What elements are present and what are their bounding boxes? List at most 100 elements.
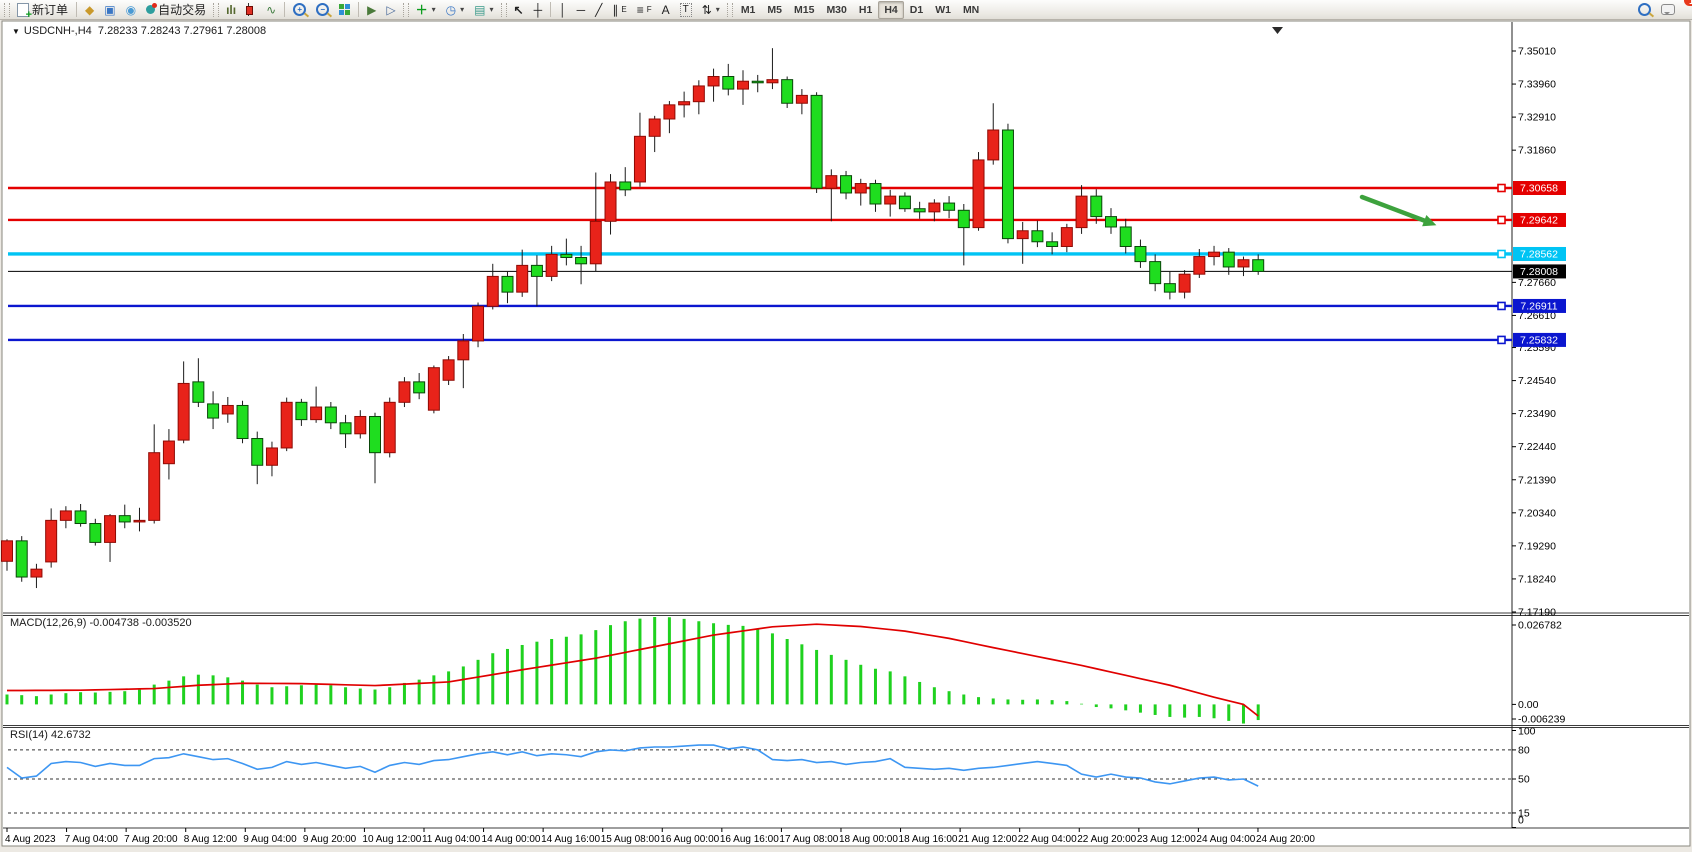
trend-arrow-annotation[interactable]	[1362, 197, 1436, 226]
cursor-icon: ↖	[514, 4, 524, 16]
channel-icon: ∥	[612, 4, 618, 16]
svg-text:14 Aug 00:00: 14 Aug 00:00	[482, 834, 541, 845]
symbol-period-label: USDCNH-,H4	[24, 25, 92, 37]
svg-text:22 Aug 20:00: 22 Aug 20:00	[1077, 834, 1136, 845]
trendline-button[interactable]: ╱	[590, 0, 607, 20]
svg-text:7.18240: 7.18240	[1518, 573, 1556, 585]
time-axis: 4 Aug 20237 Aug 04:007 Aug 20:008 Aug 12…	[5, 828, 1315, 845]
add-indicator-button[interactable]: ＋▾	[411, 0, 441, 20]
timeframe-h1[interactable]: H1	[853, 1, 878, 19]
toolbar-grip[interactable]	[727, 3, 733, 17]
candlestick-chart-button[interactable]	[241, 0, 261, 20]
svg-text:7.35010: 7.35010	[1518, 46, 1556, 58]
toolbar-grip[interactable]	[403, 3, 409, 17]
fibonacci-letter: F	[647, 5, 652, 14]
svg-text:22 Aug 04:00: 22 Aug 04:00	[1018, 834, 1077, 845]
search-button[interactable]	[1633, 0, 1656, 20]
notification-badge: 1	[1684, 0, 1692, 6]
market-watch-icon: ◆	[85, 4, 94, 16]
zoom-in-button[interactable]: +	[288, 0, 311, 20]
auto-scroll-button[interactable]: ▶	[362, 0, 381, 20]
chart-shift-button[interactable]: ▷	[381, 0, 400, 20]
timeframe-m15[interactable]: M15	[788, 1, 820, 19]
terminal-button[interactable]: ▣	[99, 0, 120, 20]
vertical-line-button[interactable]: │	[554, 0, 572, 20]
new-order-button[interactable]: 新订单	[12, 0, 73, 20]
toolbar-grip[interactable]	[213, 3, 219, 17]
crosshair-button[interactable]: ┼	[529, 0, 548, 20]
rsi-indicator-label: RSI(14) 42.6732	[10, 729, 91, 741]
macd-indicator-label: MACD(12,26,9) -0.004738 -0.003520	[10, 617, 192, 629]
toolbar-grip[interactable]	[501, 3, 507, 17]
svg-text:15 Aug 08:00: 15 Aug 08:00	[601, 834, 660, 845]
price-chart-canvas[interactable]: 7.350107.339607.329107.318607.276607.266…	[0, 0, 1692, 852]
horizontal-line-button[interactable]: ─	[572, 0, 591, 20]
symbol-dropdown-icon[interactable]: ▼	[12, 27, 20, 36]
timeframe-mn[interactable]: MN	[957, 1, 985, 19]
svg-text:8 Aug 12:00: 8 Aug 12:00	[184, 834, 238, 845]
text-label-button[interactable]: T	[675, 0, 697, 20]
svg-text:18 Aug 00:00: 18 Aug 00:00	[839, 834, 898, 845]
channel-button[interactable]: ∥E	[607, 0, 631, 20]
periods-button[interactable]: ◷▾	[441, 0, 470, 20]
signals-button[interactable]: ◉	[121, 0, 141, 20]
timeframe-m30[interactable]: M30	[820, 1, 852, 19]
ohlc-values: 7.28233 7.28243 7.27961 7.28008	[98, 25, 266, 37]
timeframe-h4[interactable]: H4	[878, 1, 903, 19]
timeframe-w1[interactable]: W1	[929, 1, 957, 19]
svg-text:7.27660: 7.27660	[1518, 277, 1556, 289]
svg-text:7.28562: 7.28562	[1520, 248, 1558, 260]
toolbar: 新订单 ◆ ▣ ◉ 自动交易 ılı ∿ + − ▶ ▷ ＋▾ ◷▾ ▤▾ ↖ …	[0, 0, 1692, 20]
market-watch-button[interactable]: ◆	[80, 0, 99, 20]
search-icon	[1638, 3, 1651, 16]
svg-text:0.026782: 0.026782	[1518, 620, 1562, 632]
svg-text:9 Aug 20:00: 9 Aug 20:00	[303, 834, 357, 845]
tile-windows-button[interactable]	[334, 0, 355, 20]
fibonacci-icon: ≡	[637, 4, 644, 16]
rsi-panel[interactable]: 1008050150	[7, 726, 1536, 828]
svg-text:7.23490: 7.23490	[1518, 408, 1556, 420]
price-levels[interactable]	[8, 185, 1512, 344]
text-tool-icon: A	[662, 4, 670, 16]
templates-button[interactable]: ▤▾	[469, 0, 498, 20]
svg-text:80: 80	[1518, 744, 1530, 756]
bar-chart-button[interactable]: ılı	[221, 0, 241, 20]
macd-panel[interactable]: 0.0267820.00-0.006239	[7, 617, 1565, 726]
notifications-button[interactable]: 1	[1656, 0, 1680, 20]
svg-text:18 Aug 16:00: 18 Aug 16:00	[899, 834, 958, 845]
vertical-line-icon: │	[559, 4, 567, 16]
timeframe-d1[interactable]: D1	[904, 1, 929, 19]
new-order-label: 新订单	[32, 1, 68, 18]
terminal-icon: ▣	[104, 4, 115, 16]
chat-icon	[1661, 4, 1675, 15]
arrows-tool-icon: ⇅	[702, 4, 712, 16]
svg-text:9 Aug 04:00: 9 Aug 04:00	[243, 834, 297, 845]
text-tool-button[interactable]: A	[657, 0, 675, 20]
timeframe-m1[interactable]: M1	[735, 1, 762, 19]
svg-text:11 Aug 04:00: 11 Aug 04:00	[422, 834, 481, 845]
tile-windows-icon	[339, 4, 350, 15]
line-chart-button[interactable]: ∿	[261, 0, 281, 20]
timeframe-m5[interactable]: M5	[761, 1, 788, 19]
svg-text:24 Aug 20:00: 24 Aug 20:00	[1256, 834, 1315, 845]
zoom-out-button[interactable]: −	[311, 0, 334, 20]
fibonacci-button[interactable]: ≡F	[632, 0, 657, 20]
svg-text:24 Aug 04:00: 24 Aug 04:00	[1196, 834, 1255, 845]
auto-trading-button[interactable]: 自动交易	[141, 0, 211, 20]
signals-icon: ◉	[126, 4, 136, 16]
auto-trading-label: 自动交易	[158, 1, 206, 18]
svg-text:7.24540: 7.24540	[1518, 375, 1556, 387]
new-order-icon	[17, 3, 29, 17]
svg-text:7.33960: 7.33960	[1518, 79, 1556, 91]
arrows-tool-button[interactable]: ⇅▾	[697, 0, 725, 20]
toolbar-grip[interactable]	[4, 3, 10, 17]
add-indicator-icon: ＋	[416, 4, 428, 16]
svg-text:7.31860: 7.31860	[1518, 145, 1556, 157]
clock-icon: ◷	[446, 4, 456, 16]
svg-text:10 Aug 12:00: 10 Aug 12:00	[362, 834, 421, 845]
svg-text:100: 100	[1518, 726, 1536, 738]
cursor-button[interactable]: ↖	[509, 0, 529, 20]
svg-text:7.26911: 7.26911	[1520, 300, 1557, 312]
svg-text:7.32910: 7.32910	[1518, 112, 1556, 124]
candlestick-icon	[246, 3, 256, 16]
